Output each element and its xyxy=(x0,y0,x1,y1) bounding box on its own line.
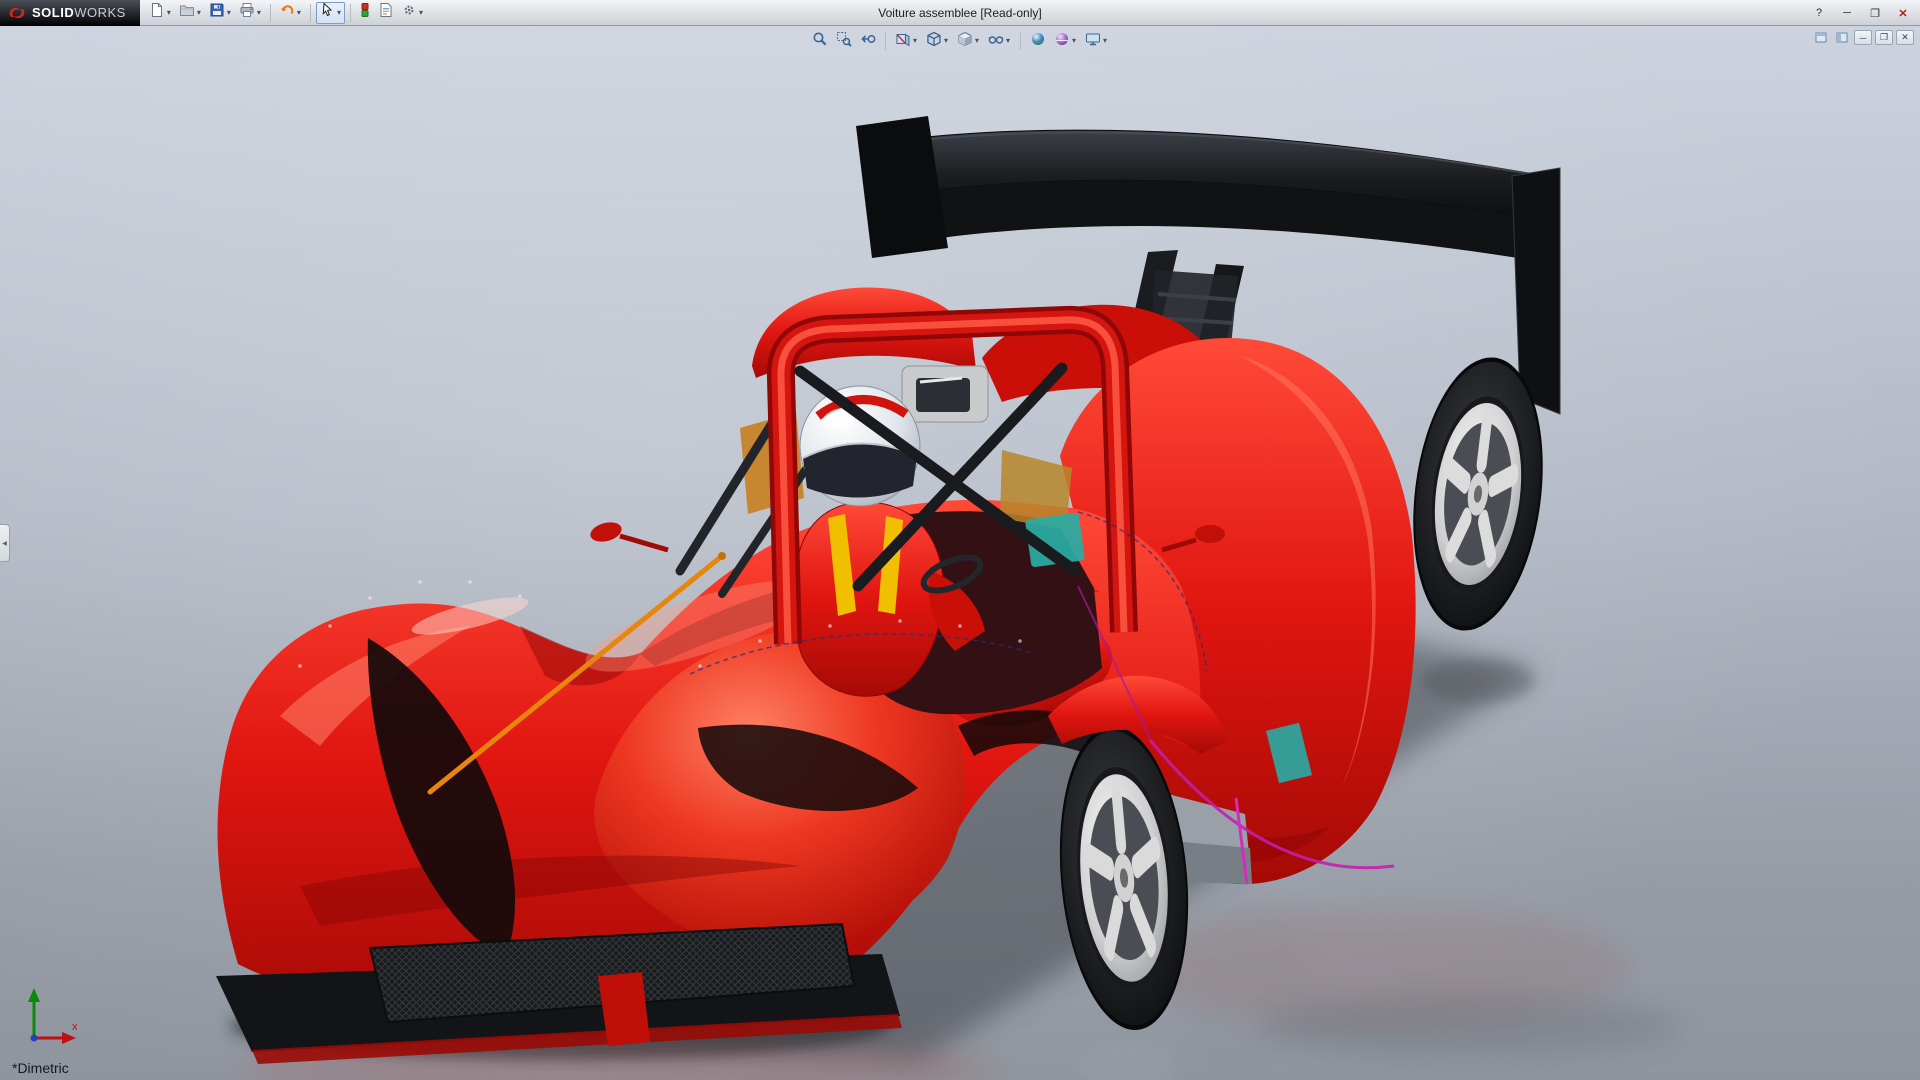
3ds-logo-icon xyxy=(8,5,26,21)
undo-button[interactable]: ▾ xyxy=(276,2,305,24)
window-title: Voiture assemblee [Read-only] xyxy=(878,6,1041,20)
dropdown-caret-icon[interactable]: ▾ xyxy=(974,37,980,45)
apply-scene-icon xyxy=(1054,31,1070,52)
dropdown-caret-icon[interactable]: ▾ xyxy=(912,37,918,45)
hide-show-items-button[interactable]: ▾ xyxy=(985,30,1014,52)
section-view-button[interactable]: ▾ xyxy=(892,30,921,52)
view-settings-button[interactable]: ▾ xyxy=(1082,30,1111,52)
dropdown-caret-icon[interactable]: ▾ xyxy=(296,9,302,17)
dropdown-caret-icon[interactable]: ▾ xyxy=(256,9,262,17)
toolbar-separator xyxy=(885,32,886,50)
titlebar: SOLIDWORKS ▾ ▾ ▾ ▾ xyxy=(0,0,1920,26)
triad-x-label: x xyxy=(72,1021,78,1033)
view-orientation-button[interactable]: ▾ xyxy=(923,30,952,52)
graphics-area[interactable]: ▾ ▾ ▾ ▾ xyxy=(0,26,1920,1080)
view-settings-icon xyxy=(1085,31,1101,52)
display-style-icon xyxy=(957,31,973,52)
reference-triad: x xyxy=(16,980,86,1050)
close-button[interactable]: ✕ xyxy=(1890,3,1916,23)
dropdown-caret-icon[interactable]: ▾ xyxy=(1071,37,1077,45)
edit-appearance-icon xyxy=(1030,31,1046,52)
options-gear-icon xyxy=(401,2,417,23)
minimize-button[interactable]: ─ xyxy=(1834,3,1860,23)
zoom-to-fit-icon xyxy=(812,31,828,52)
hide-show-items-icon xyxy=(988,31,1004,52)
section-view-icon xyxy=(895,31,911,52)
options-button[interactable]: ▾ xyxy=(398,2,427,24)
rebuild-button[interactable] xyxy=(356,2,374,24)
help-button[interactable]: ? xyxy=(1806,3,1832,23)
zoom-to-fit-button[interactable] xyxy=(809,30,831,52)
toolbar-separator xyxy=(1020,32,1021,50)
new-document-button[interactable]: ▾ xyxy=(146,2,175,24)
display-style-button[interactable]: ▾ xyxy=(954,30,983,52)
print-icon xyxy=(239,2,255,23)
toolbar-separator xyxy=(270,4,271,22)
save-icon xyxy=(209,2,225,23)
dropdown-caret-icon[interactable]: ▾ xyxy=(943,37,949,45)
document-minimize-button[interactable]: ─ xyxy=(1854,30,1872,45)
document-window-controls: ─ ❐ ✕ xyxy=(1812,30,1914,45)
brand-text-solid: SOLID xyxy=(32,5,74,20)
file-properties-icon xyxy=(378,2,394,23)
dropdown-caret-icon[interactable]: ▾ xyxy=(196,9,202,17)
taskpane-tab-icon-1[interactable] xyxy=(1812,30,1830,45)
right-mirror xyxy=(1195,525,1225,543)
view-orientation-label: *Dimetric xyxy=(12,1060,69,1076)
edit-appearance-button[interactable] xyxy=(1027,30,1049,52)
dropdown-caret-icon[interactable]: ▾ xyxy=(226,9,232,17)
zoom-to-area-button[interactable] xyxy=(833,30,855,52)
toolbar-separator xyxy=(350,4,351,22)
select-cursor-icon xyxy=(319,2,335,23)
zoom-to-area-icon xyxy=(836,31,852,52)
previous-view-icon xyxy=(860,31,876,52)
taskpane-tab-icon-2[interactable] xyxy=(1833,30,1851,45)
previous-view-button[interactable] xyxy=(857,30,879,52)
main-toolbar: ▾ ▾ ▾ ▾ ▾ xyxy=(140,0,433,26)
brand-text-works: WORKS xyxy=(74,5,126,20)
new-document-icon xyxy=(149,2,165,23)
rebuild-icon xyxy=(359,2,371,23)
dropdown-caret-icon[interactable]: ▾ xyxy=(1102,37,1108,45)
3d-scene[interactable] xyxy=(0,26,1920,1080)
select-button[interactable]: ▾ xyxy=(316,2,345,24)
print-button[interactable]: ▾ xyxy=(236,2,265,24)
window-controls: ? ─ ❐ ✕ xyxy=(1806,0,1916,26)
maximize-button[interactable]: ❐ xyxy=(1862,3,1888,23)
apply-scene-button[interactable]: ▾ xyxy=(1051,30,1080,52)
file-properties-button[interactable] xyxy=(375,2,397,24)
view-orientation-icon xyxy=(926,31,942,52)
dropdown-caret-icon[interactable]: ▾ xyxy=(1005,37,1011,45)
solidworks-brand: SOLIDWORKS xyxy=(0,0,140,26)
heads-up-view-toolbar: ▾ ▾ ▾ ▾ xyxy=(805,29,1115,53)
dropdown-caret-icon[interactable]: ▾ xyxy=(166,9,172,17)
featuremanager-collapse-handle[interactable]: ◀ xyxy=(0,524,10,562)
document-close-button[interactable]: ✕ xyxy=(1896,30,1914,45)
document-restore-button[interactable]: ❐ xyxy=(1875,30,1893,45)
open-folder-icon xyxy=(179,2,195,23)
toolbar-separator xyxy=(310,4,311,22)
open-button[interactable]: ▾ xyxy=(176,2,205,24)
dropdown-caret-icon[interactable]: ▾ xyxy=(336,9,342,17)
undo-icon xyxy=(279,2,295,23)
save-button[interactable]: ▾ xyxy=(206,2,235,24)
dropdown-caret-icon[interactable]: ▾ xyxy=(418,9,424,17)
